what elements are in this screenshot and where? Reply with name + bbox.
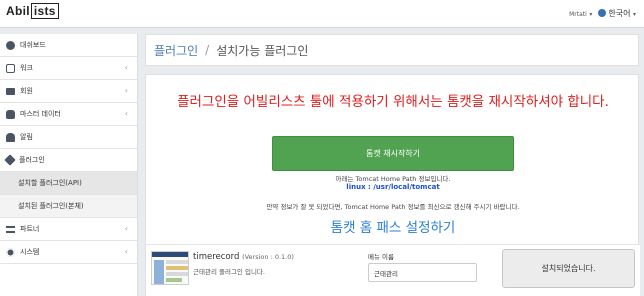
top-bar: Abil ists Mrtati ▾ 한국어 ▾ xyxy=(0,0,644,28)
sidebar-subitem-installed-plugins[interactable]: 설치된 플러그인(본체) xyxy=(0,195,137,218)
plug-icon xyxy=(4,154,16,166)
chevron-left-icon: ‹ xyxy=(124,86,128,95)
sidebar-item-work[interactable]: 워크 ‹ xyxy=(0,57,137,80)
plugin-thumbnail xyxy=(151,251,189,285)
sidebar: 대쉬보드 워크 ‹ 회원 ‹ 마스터 데이터 ‹ 알림 플러그인 설치할 플러그인(A… xyxy=(0,34,138,296)
sidebar-subitem-installable-plugins[interactable]: 설치할 플러그인(API) xyxy=(0,172,137,195)
installed-status-button[interactable]: 설치되었습니다. xyxy=(502,249,635,288)
restart-tomcat-button[interactable]: 톰캣 재시작하기 xyxy=(272,136,514,171)
menu-name-input[interactable] xyxy=(368,263,477,282)
path-note: 아래는 Tomcat Home Path 정보입니다. xyxy=(335,175,451,183)
work-icon xyxy=(6,63,15,73)
sidebar-item-partner[interactable]: 파트너 ‹ xyxy=(0,218,137,241)
plugin-name: timerecord xyxy=(193,252,240,262)
breadcrumb: 플러그인 / 설치가능 플러그인 xyxy=(145,34,639,66)
top-right-controls: Mrtati ▾ 한국어 ▾ xyxy=(569,8,636,19)
plugin-version: (Version : 0.1.0) xyxy=(242,253,294,261)
chevron-down-icon: ▾ xyxy=(632,11,636,18)
app-logo[interactable]: Abil ists xyxy=(6,3,59,19)
sidebar-item-master-data[interactable]: 마스터 데이터 ‹ xyxy=(0,103,137,126)
sidebar-item-system[interactable]: 시스템 ‹ xyxy=(0,241,137,264)
globe-icon xyxy=(598,9,607,17)
plugin-description: 근태관리 플러그인 입니다. xyxy=(193,268,265,276)
menu-name-label: 메뉴 이름 xyxy=(368,253,394,261)
dashboard-icon xyxy=(6,40,15,50)
partner-icon xyxy=(6,225,15,233)
breadcrumb-separator: / xyxy=(205,43,210,57)
restart-warning: 플러그인을 어빌리스츠 툴에 적용하기 위해서는 톰캣을 재시작하셔야 합니다. xyxy=(177,94,609,110)
gear-icon xyxy=(6,247,15,257)
member-icon xyxy=(6,87,15,95)
sidebar-item-plugins[interactable]: 플러그인 xyxy=(0,149,137,172)
chevron-left-icon: ‹ xyxy=(124,63,128,72)
database-icon xyxy=(6,109,15,119)
plugin-row: timerecord (Version : 0.1.0) 근태관리 플러그인 입… xyxy=(146,244,640,296)
user-icon: Mrtati xyxy=(569,11,587,18)
chevron-down-icon: ▾ xyxy=(589,11,593,18)
chevron-left-icon: ‹ xyxy=(124,109,128,118)
user-menu[interactable]: Mrtati ▾ xyxy=(569,9,592,18)
bell-icon xyxy=(6,132,15,142)
sidebar-item-dashboard[interactable]: 대쉬보드 xyxy=(0,34,137,57)
content-panel: 플러그인을 어빌리스츠 툴에 적용하기 위해서는 톰캣을 재시작하셔야 합니다.… xyxy=(145,74,640,296)
sidebar-item-members[interactable]: 회원 ‹ xyxy=(0,80,137,103)
plugin-title: timerecord (Version : 0.1.0) xyxy=(193,252,294,262)
sidebar-item-notifications[interactable]: 알림 xyxy=(0,126,137,149)
tomcat-path: linux : /usr/local/tomcat xyxy=(346,183,440,191)
page-title: 설치가능 플러그인 xyxy=(216,43,309,58)
breadcrumb-plugins-link[interactable]: 플러그인 xyxy=(154,42,198,59)
update-note: 만약 정보가 잘 못 되었다면, Tomcat Home Path 정보를 최신… xyxy=(266,203,520,211)
chevron-left-icon: ‹ xyxy=(124,224,128,233)
language-menu[interactable]: 한국어 ▾ xyxy=(598,8,636,19)
path-setting-link[interactable]: 톰캣 홈 패스 설정하기 xyxy=(146,216,640,236)
chevron-left-icon: ‹ xyxy=(124,247,128,256)
